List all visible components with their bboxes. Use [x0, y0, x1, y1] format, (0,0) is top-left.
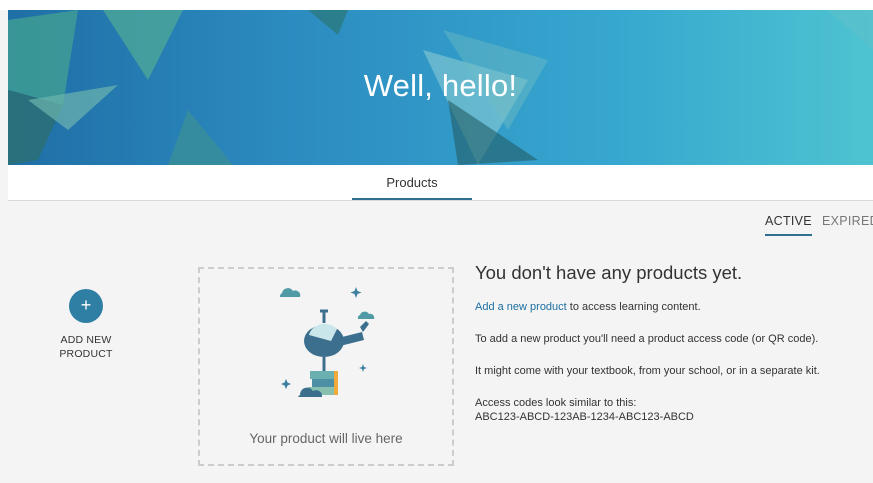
link-suffix-text: to access learning content.: [566, 301, 701, 313]
tab-products[interactable]: Products: [352, 165, 472, 200]
plus-icon: +: [80, 295, 92, 315]
hero-banner: Well, hello!: [8, 10, 873, 165]
banner-title: Well, hello!: [363, 68, 518, 103]
access-code-example: ABC123-ABCD-123AB-1234-ABC123-ABCD: [475, 411, 694, 423]
access-code-source-text: It might come with your textbook, from y…: [475, 365, 820, 377]
product-placeholder-card: Your product will live here: [198, 267, 454, 466]
placeholder-text: Your product will live here: [249, 431, 403, 446]
access-code-example-intro: Access codes look similar to this:: [475, 397, 637, 409]
add-label-line1: ADD NEW: [60, 334, 112, 346]
add-product-paragraph: Add a new product to access learning con…: [475, 300, 870, 314]
add-new-product-button[interactable]: +: [69, 289, 103, 323]
filter-expired[interactable]: EXPIRED: [822, 214, 873, 228]
helicopter-books-illustration: [279, 287, 375, 397]
access-code-requirement-text: To add a new product you'll need a produ…: [475, 333, 819, 345]
empty-state-heading: You don't have any products yet.: [475, 262, 743, 283]
tab-bar: Products: [8, 165, 873, 201]
filter-active[interactable]: ACTIVE: [765, 214, 812, 236]
empty-state-info: You don't have any products yet. Add a n…: [475, 262, 870, 424]
add-label-line2: PRODUCT: [59, 348, 113, 360]
add-new-product-label[interactable]: ADD NEW PRODUCT: [50, 333, 122, 361]
top-strip: [0, 0, 873, 10]
add-new-product-link[interactable]: Add a new product: [475, 301, 567, 313]
